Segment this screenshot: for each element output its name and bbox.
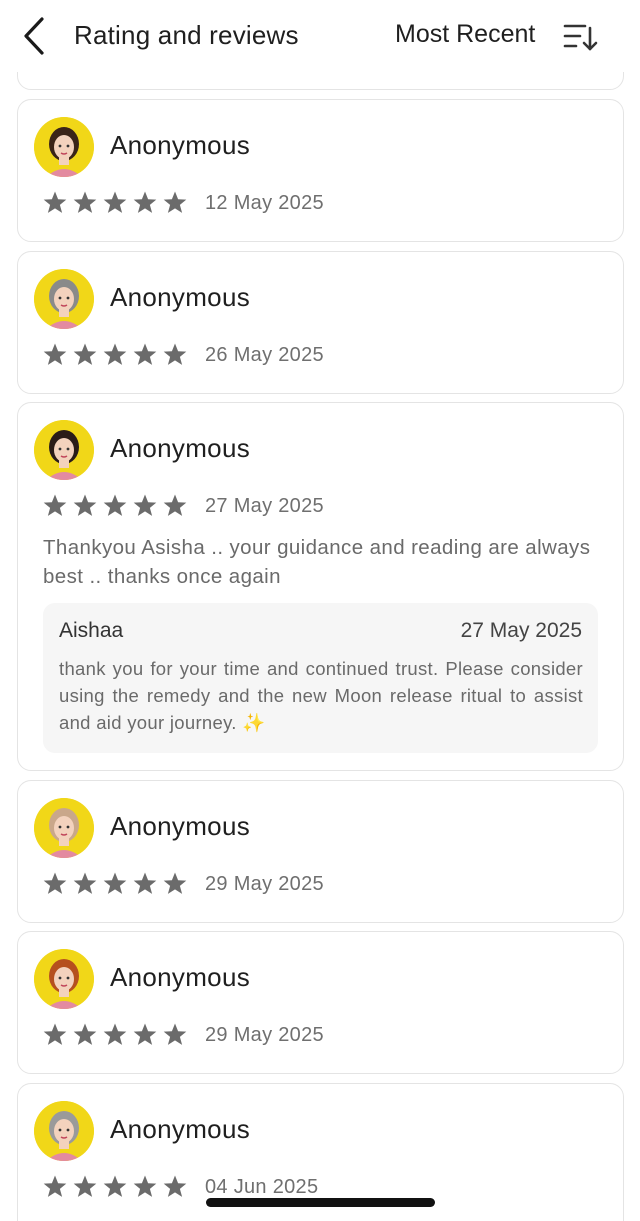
reply-date: 27 May 2025: [460, 619, 582, 642]
star-icon: [163, 343, 187, 365]
avatar: [34, 420, 94, 480]
avatar: [34, 798, 94, 858]
review-date: 12 May 2025: [205, 192, 324, 214]
review-date: 29 May 2025: [205, 1024, 324, 1046]
reviewer-name: Anonymous: [110, 811, 250, 841]
reviewer-name: Anonymous: [110, 433, 250, 463]
star-icon: [43, 1175, 67, 1197]
sort-descending-icon: [563, 24, 598, 51]
star-icon: [163, 494, 187, 516]
zodiac-avatar-icon: [34, 1101, 94, 1161]
reviewer-name: Anonymous: [110, 130, 250, 160]
review-card[interactable]: Anonymous 27 May 2025 Thankyou Asisha .. y…: [17, 402, 624, 771]
review-card[interactable]: Anonymous 29 May 2025: [17, 931, 624, 1074]
sort-button[interactable]: [561, 20, 599, 54]
star-icon: [103, 1175, 127, 1197]
zodiac-avatar-icon: [34, 117, 94, 177]
star-icon: [163, 191, 187, 213]
rating-stars: [42, 1174, 188, 1200]
avatar: [34, 1101, 94, 1161]
reply-author: Aishaa: [59, 619, 124, 642]
star-icon: [103, 1023, 127, 1045]
zodiac-avatar-icon: [34, 420, 94, 480]
reviewer-name: Anonymous: [110, 282, 250, 312]
star-icon: [73, 1175, 97, 1197]
sort-dropdown[interactable]: Most Recent: [395, 20, 535, 49]
star-icon: [73, 1023, 97, 1045]
star-icon: [43, 872, 67, 894]
avatar: [34, 269, 94, 329]
star-icon: [43, 1023, 67, 1045]
back-button[interactable]: [18, 16, 50, 56]
zodiac-avatar-icon: [34, 949, 94, 1009]
review-text: Thankyou Asisha .. your guidance and rea…: [43, 536, 591, 588]
rating-stars: [42, 493, 188, 519]
star-icon: [133, 1023, 157, 1045]
zodiac-avatar-icon: [34, 269, 94, 329]
chevron-left-icon: [24, 17, 44, 55]
star-icon: [133, 872, 157, 894]
header-bar: Rating and reviews Most Recent: [0, 0, 640, 72]
star-icon: [103, 872, 127, 894]
star-icon: [43, 191, 67, 213]
review-card[interactable]: Anonymous 29 May 2025: [17, 780, 624, 923]
star-icon: [73, 191, 97, 213]
star-icon: [73, 343, 97, 365]
home-indicator: [206, 1198, 435, 1207]
review-date: 04 Jun 2025: [205, 1176, 319, 1198]
star-icon: [43, 343, 67, 365]
review-card[interactable]: Anonymous 26 May 2025: [17, 251, 624, 394]
star-icon: [43, 494, 67, 516]
star-icon: [133, 1175, 157, 1197]
star-icon: [163, 1175, 187, 1197]
review-date: 26 May 2025: [205, 344, 324, 366]
review-card[interactable]: Anonymous 12 May 2025: [17, 99, 624, 242]
avatar: [34, 117, 94, 177]
avatar: [34, 949, 94, 1009]
review-date: 27 May 2025: [205, 495, 324, 517]
reply-text: thank you for your time and continued tr…: [59, 658, 583, 733]
review-date: 29 May 2025: [205, 873, 324, 895]
rating-stars: [42, 871, 188, 897]
star-icon: [133, 343, 157, 365]
star-icon: [103, 191, 127, 213]
star-icon: [103, 494, 127, 516]
rating-stars: [42, 1022, 188, 1048]
rating-stars: [42, 342, 188, 368]
zodiac-avatar-icon: [34, 798, 94, 858]
owner-reply: Aishaa 27 May 2025 thank you for your ti…: [43, 603, 598, 753]
star-icon: [163, 1023, 187, 1045]
star-icon: [133, 191, 157, 213]
star-icon: [73, 494, 97, 516]
star-icon: [163, 872, 187, 894]
reviewer-name: Anonymous: [110, 1114, 250, 1144]
star-icon: [73, 872, 97, 894]
rating-stars: [42, 190, 188, 216]
page-title: Rating and reviews: [74, 20, 299, 50]
star-icon: [133, 494, 157, 516]
reviewer-name: Anonymous: [110, 962, 250, 992]
star-icon: [103, 343, 127, 365]
